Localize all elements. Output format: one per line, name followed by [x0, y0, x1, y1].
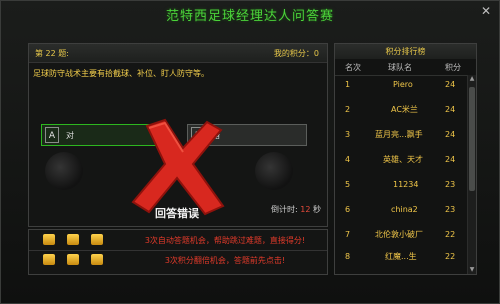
football-icon — [45, 152, 83, 190]
option-letter: A — [45, 127, 59, 143]
ranking-title: 积分排行榜 — [335, 44, 476, 59]
row-rank: 2 — [345, 105, 351, 114]
row-team: Piero — [393, 80, 413, 89]
row-score: 22 — [445, 230, 456, 239]
double-score-text: 3次积分翻倍机会，答题前先点击! — [164, 256, 286, 265]
ranking-row: 3 蓝月亮...飘手 24 — [335, 127, 476, 143]
ranking-scrollbar[interactable]: ▲ ▼ — [467, 75, 476, 274]
row-rank: 1 — [345, 80, 351, 89]
row-score: 24 — [445, 155, 456, 164]
row-score: 24 — [445, 105, 456, 114]
row-rank: 7 — [345, 230, 351, 239]
double-score-token[interactable] — [91, 254, 103, 265]
ranking-row: 5 11234 23 — [335, 177, 476, 193]
row-team: china2 — [391, 205, 418, 214]
row-score: 23 — [445, 180, 456, 189]
football-icon — [255, 152, 293, 190]
question-header: 第 22 题: 我的积分：0 — [29, 44, 327, 63]
timer-label: 倒计时: — [271, 205, 298, 214]
header-team: 球队名 — [388, 63, 412, 72]
header-score: 积分 — [445, 63, 461, 72]
auto-answer-token[interactable] — [43, 234, 55, 245]
header-rank: 名次 — [345, 63, 361, 72]
ranking-row: 6 china2 23 — [335, 202, 476, 218]
row-team: 红魔...生 — [385, 252, 417, 261]
double-score-token[interactable] — [67, 254, 79, 265]
row-rank: 4 — [345, 155, 351, 164]
row-rank: 8 — [345, 252, 351, 261]
ranking-header: 名次 球队名 积分 — [335, 61, 476, 76]
ranking-panel: 积分排行榜 名次 球队名 积分 1 Piero 24 2 AC米兰 24 3 蓝… — [334, 43, 477, 275]
row-score: 24 — [445, 80, 456, 89]
my-score: 我的积分：0 — [273, 49, 319, 58]
ranking-row: 7 北伦敦小破厂 22 — [335, 227, 476, 243]
question-text: 足球防守战术主要有拾截球、补位、盯人防守等。 — [33, 69, 209, 78]
row-rank: 6 — [345, 205, 351, 214]
row-rank: 3 — [345, 130, 351, 139]
auto-answer-text: 3次自动答题机会，帮助跳过难题，直接得分! — [144, 236, 306, 245]
result-label: 回答错误 — [155, 207, 199, 220]
row-team: 11234 — [393, 180, 419, 189]
row-team: 北伦敦小破厂 — [375, 230, 423, 239]
ranking-row: 4 英雄、天才 24 — [335, 152, 476, 168]
auto-answer-token[interactable] — [91, 234, 103, 245]
row-score: 22 — [445, 252, 456, 261]
window-title: 范特西足球经理达人问答赛 — [165, 9, 334, 24]
countdown-timer: 倒计时: 12 秒 — [271, 204, 321, 215]
title-bar: 范特西足球经理达人问答赛 ✕ — [1, 1, 499, 27]
option-text: 对 — [66, 131, 74, 140]
row-team: 蓝月亮...飘手 — [375, 130, 423, 139]
row-team: AC米兰 — [391, 105, 418, 114]
bonus-panel: 3次自动答题机会，帮助跳过难题，直接得分! 3次积分翻倍机会，答题前先点击! — [28, 229, 328, 275]
row-score: 23 — [445, 205, 456, 214]
row-team: 英雄、天才 — [383, 155, 423, 164]
scroll-thumb[interactable] — [469, 87, 475, 191]
ranking-row: 8 红魔...生 22 — [335, 249, 476, 265]
ranking-row: 2 AC米兰 24 — [335, 102, 476, 118]
timer-value: 12 — [300, 205, 311, 214]
row-score: 24 — [445, 130, 456, 139]
quiz-window: 范特西足球经理达人问答赛 ✕ 第 22 题: 我的积分：0 足球防守战术主要有拾… — [0, 0, 500, 304]
scroll-up-icon[interactable]: ▲ — [468, 75, 476, 83]
question-panel: 第 22 题: 我的积分：0 足球防守战术主要有拾截球、补位、盯人防守等。 A … — [28, 43, 328, 227]
question-number: 第 22 题: — [35, 49, 69, 58]
divider — [29, 250, 327, 251]
auto-answer-token[interactable] — [67, 234, 79, 245]
scroll-down-icon[interactable]: ▼ — [468, 266, 476, 274]
double-score-token[interactable] — [43, 254, 55, 265]
close-icon[interactable]: ✕ — [479, 4, 493, 18]
row-rank: 5 — [345, 180, 351, 189]
ranking-row: 1 Piero 24 — [335, 77, 476, 93]
timer-unit: 秒 — [313, 205, 321, 214]
